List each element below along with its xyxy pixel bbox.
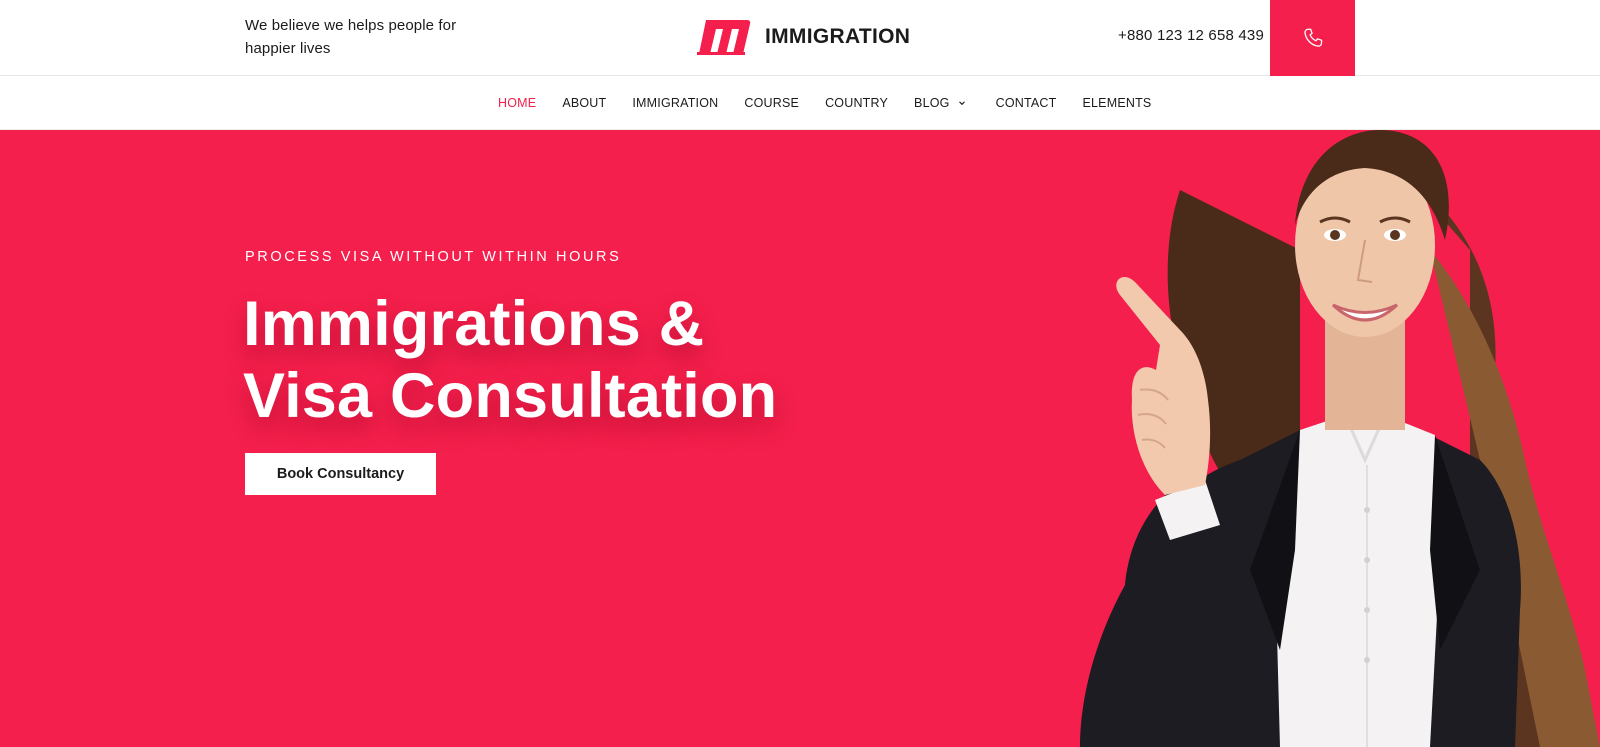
chevron-down-icon bbox=[958, 101, 965, 106]
hero-kicker: PROCESS VISA WITHOUT WITHIN HOURS bbox=[245, 249, 622, 265]
nav-item-contact[interactable]: CONTACT bbox=[996, 96, 1057, 110]
hero-title-line-2: Visa Consultation bbox=[243, 361, 778, 431]
brand-name: IMMIGRATION bbox=[765, 25, 911, 48]
nav-item-blog-label: BLOG bbox=[914, 96, 950, 110]
nav-list: HOME ABOUT IMMIGRATION COURSE COUNTRY BL… bbox=[498, 76, 1177, 130]
hero-banner: PROCESS VISA WITHOUT WITHIN HOURS Immigr… bbox=[0, 130, 1600, 747]
hero-title-line-1: Immigrations & bbox=[243, 289, 705, 359]
header-phone-number[interactable]: +880 123 12 658 439 bbox=[1118, 27, 1264, 44]
consultant-woman-image bbox=[1080, 130, 1600, 747]
hero-title: Immigrations & Visa Consultation bbox=[243, 288, 863, 432]
call-button[interactable] bbox=[1270, 0, 1355, 76]
brand-logo-m-icon bbox=[697, 20, 751, 55]
nav-item-elements[interactable]: ELEMENTS bbox=[1082, 96, 1151, 110]
nav-item-blog[interactable]: BLOG bbox=[914, 96, 966, 110]
nav-item-about[interactable]: ABOUT bbox=[562, 96, 606, 110]
nav-item-home[interactable]: HOME bbox=[498, 96, 536, 110]
brand-logo[interactable]: IMMIGRATION bbox=[697, 18, 910, 56]
nav-item-country[interactable]: COUNTRY bbox=[825, 96, 888, 110]
main-navigation: HOME ABOUT IMMIGRATION COURSE COUNTRY BL… bbox=[0, 76, 1600, 130]
top-header: We believe we helps people for happier l… bbox=[0, 0, 1600, 76]
book-consultancy-button[interactable]: Book Consultancy bbox=[245, 453, 436, 495]
nav-item-immigration[interactable]: IMMIGRATION bbox=[632, 96, 718, 110]
phone-icon bbox=[1303, 28, 1322, 47]
nav-item-course[interactable]: COURSE bbox=[744, 96, 799, 110]
header-tagline: We believe we helps people for happier l… bbox=[245, 17, 457, 57]
